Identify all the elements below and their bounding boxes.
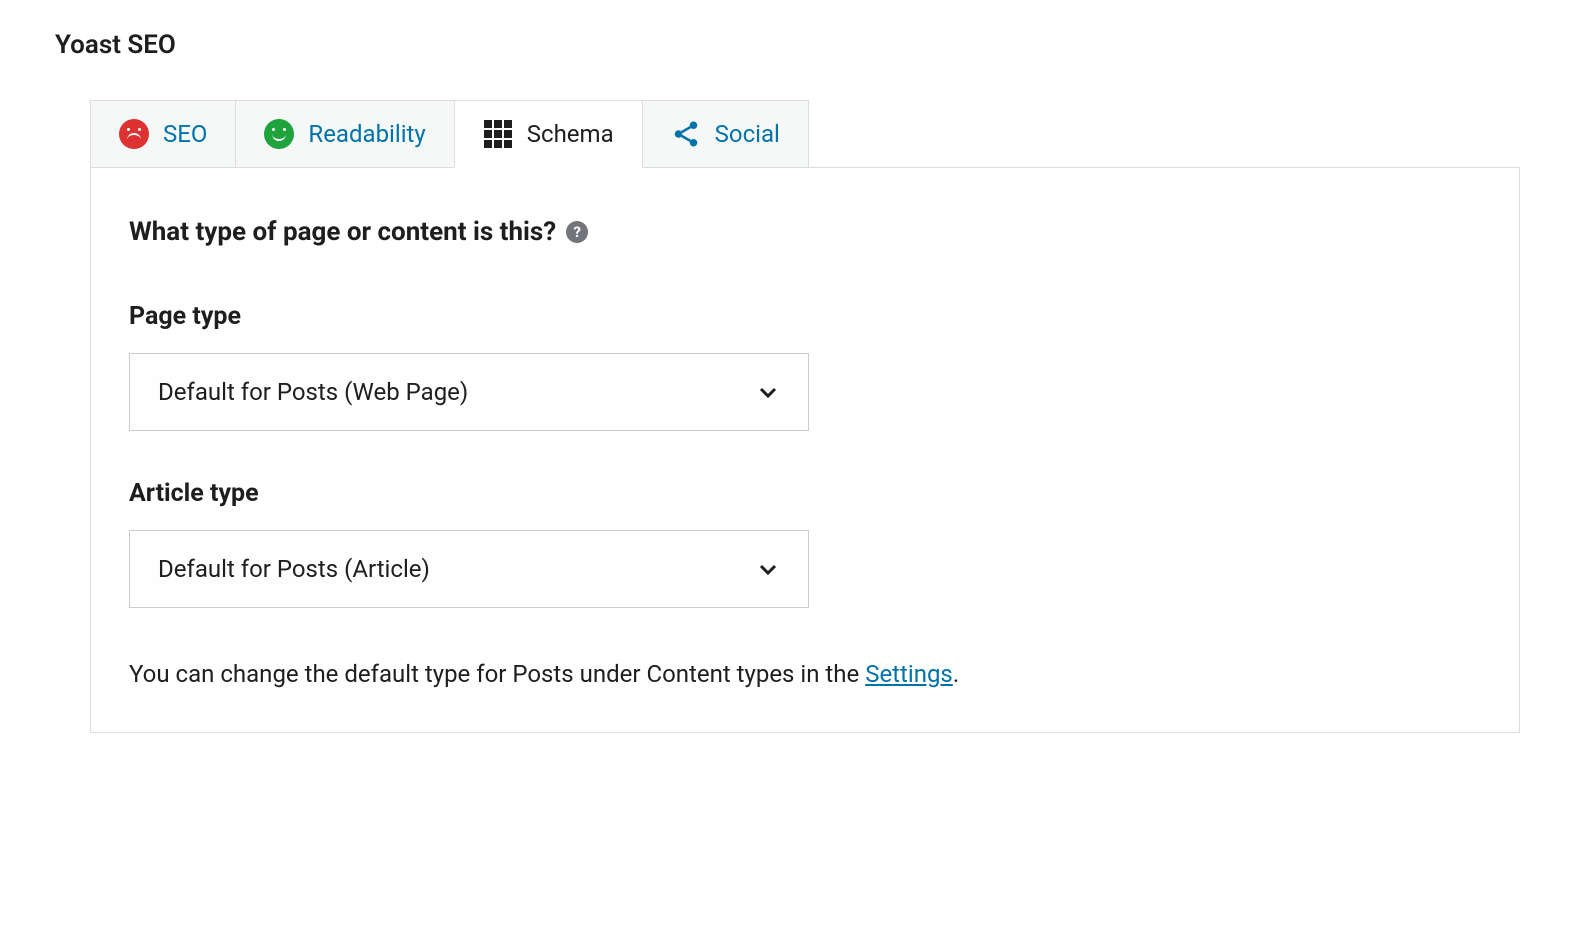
tab-social-label: Social: [715, 120, 780, 148]
tab-readability-label: Readability: [308, 120, 425, 148]
page-type-label: Page type: [129, 302, 1481, 331]
article-type-selected-value: Default for Posts (Article): [158, 555, 430, 583]
grid-icon: [483, 119, 513, 149]
page-type-selected-value: Default for Posts (Web Page): [158, 378, 468, 406]
tab-schema[interactable]: Schema: [454, 100, 643, 168]
page-type-select[interactable]: Default for Posts (Web Page): [129, 353, 809, 431]
yoast-metabox: SEO Readability Schema Social What type …: [90, 100, 1520, 733]
tab-readability[interactable]: Readability: [235, 100, 454, 168]
schema-note-suffix: .: [953, 660, 959, 688]
help-icon[interactable]: ?: [566, 221, 588, 243]
tab-seo[interactable]: SEO: [90, 100, 236, 168]
tab-schema-label: Schema: [527, 120, 614, 148]
settings-link[interactable]: Settings: [865, 660, 953, 688]
schema-heading: What type of page or content is this? ?: [129, 217, 1481, 247]
tab-social[interactable]: Social: [642, 100, 809, 168]
article-type-field: Article type Default for Posts (Article): [129, 479, 1481, 608]
schema-heading-text: What type of page or content is this?: [129, 217, 556, 247]
panel-title: Yoast SEO: [55, 30, 1520, 60]
readability-status-icon: [264, 119, 294, 149]
seo-status-icon: [119, 119, 149, 149]
page-type-field: Page type Default for Posts (Web Page): [129, 302, 1481, 431]
article-type-select[interactable]: Default for Posts (Article): [129, 530, 809, 608]
schema-panel: What type of page or content is this? ? …: [90, 167, 1520, 733]
article-type-label: Article type: [129, 479, 1481, 508]
schema-note: You can change the default type for Post…: [129, 656, 1481, 692]
tab-bar: SEO Readability Schema Social: [90, 100, 1520, 168]
share-icon: [671, 119, 701, 149]
tab-seo-label: SEO: [163, 120, 207, 148]
schema-note-prefix: You can change the default type for Post…: [129, 660, 865, 688]
chevron-down-icon: [756, 380, 780, 404]
chevron-down-icon: [756, 557, 780, 581]
